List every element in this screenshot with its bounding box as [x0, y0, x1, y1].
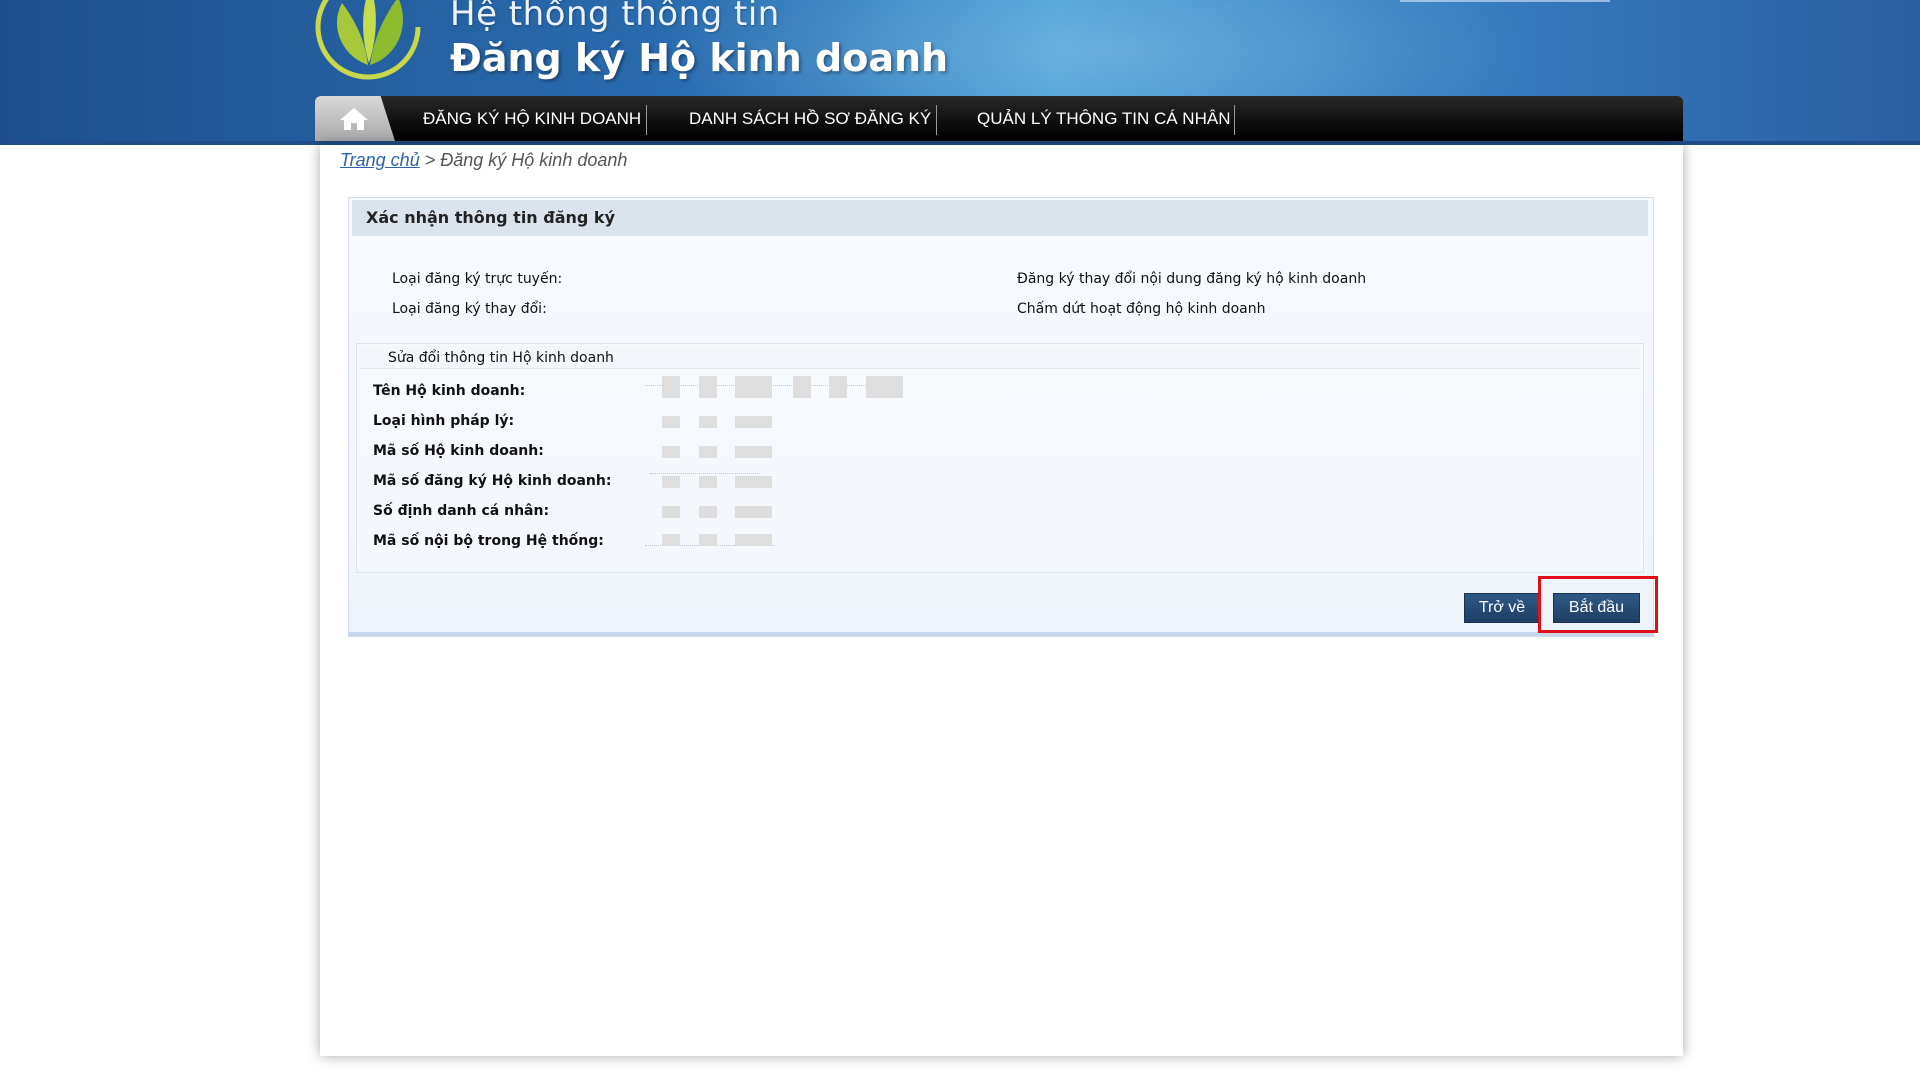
breadcrumb-separator: >	[424, 150, 436, 170]
system-title-line2: Đăng ký Hộ kinh doanh	[450, 36, 949, 80]
field-label-legal-type: Loại hình pháp lý:	[373, 413, 515, 429]
info-label-online-type: Loại đăng ký trực tuyến:	[392, 271, 563, 287]
field-label-personal-id: Số định danh cá nhân:	[373, 503, 550, 519]
nav-separator	[1234, 105, 1235, 135]
home-icon	[340, 108, 368, 130]
nav-separator	[936, 105, 937, 135]
back-button[interactable]: Trở về	[1464, 593, 1540, 623]
nav-item-quan-ly-thong-tin[interactable]: QUẢN LÝ THÔNG TIN CÁ NHÂN	[977, 96, 1230, 141]
start-button-highlight	[1538, 576, 1658, 633]
main-nav: ĐĂNG KÝ HỘ KINH DOANH DANH SÁCH HỒ SƠ ĐĂ…	[315, 96, 1683, 141]
nav-home-button[interactable]	[315, 96, 395, 141]
breadcrumb-home-link[interactable]: Trang chủ	[340, 150, 420, 170]
section-title: Sửa đổi thông tin Hộ kinh doanh	[388, 350, 614, 366]
banner-topline	[1400, 0, 1610, 2]
breadcrumb-current: Đăng ký Hộ kinh doanh	[440, 150, 628, 170]
field-label-business-name: Tên Hộ kinh doanh:	[373, 383, 526, 399]
panel-title: Xác nhận thông tin đăng ký	[366, 208, 615, 227]
info-label-change-type: Loại đăng ký thay đổi:	[392, 301, 547, 317]
panel-bottom-border	[348, 632, 1654, 636]
nav-separator	[646, 105, 647, 135]
info-value-online-type: Đăng ký thay đổi nội dung đăng ký hộ kin…	[1017, 271, 1367, 287]
system-title-line1: Hệ thống thông tin	[450, 0, 780, 34]
info-value-change-type: Chấm dứt hoạt động hộ kinh doanh	[1017, 301, 1266, 317]
nav-item-dang-ky-ho-kinh-doanh[interactable]: ĐĂNG KÝ HỘ KINH DOANH	[423, 96, 641, 141]
nav-item-danh-sach-ho-so[interactable]: DANH SÁCH HỒ SƠ ĐĂNG KÝ	[689, 96, 931, 141]
leaf-logo-icon	[315, 0, 421, 80]
field-label-internal-code: Mã số nội bộ trong Hệ thống:	[373, 533, 604, 549]
breadcrumb: Trang chủ > Đăng ký Hộ kinh doanh	[340, 150, 627, 171]
field-label-business-code: Mã số Hộ kinh doanh:	[373, 443, 544, 459]
field-label-registration-code: Mã số đăng ký Hộ kinh doanh:	[373, 473, 612, 489]
